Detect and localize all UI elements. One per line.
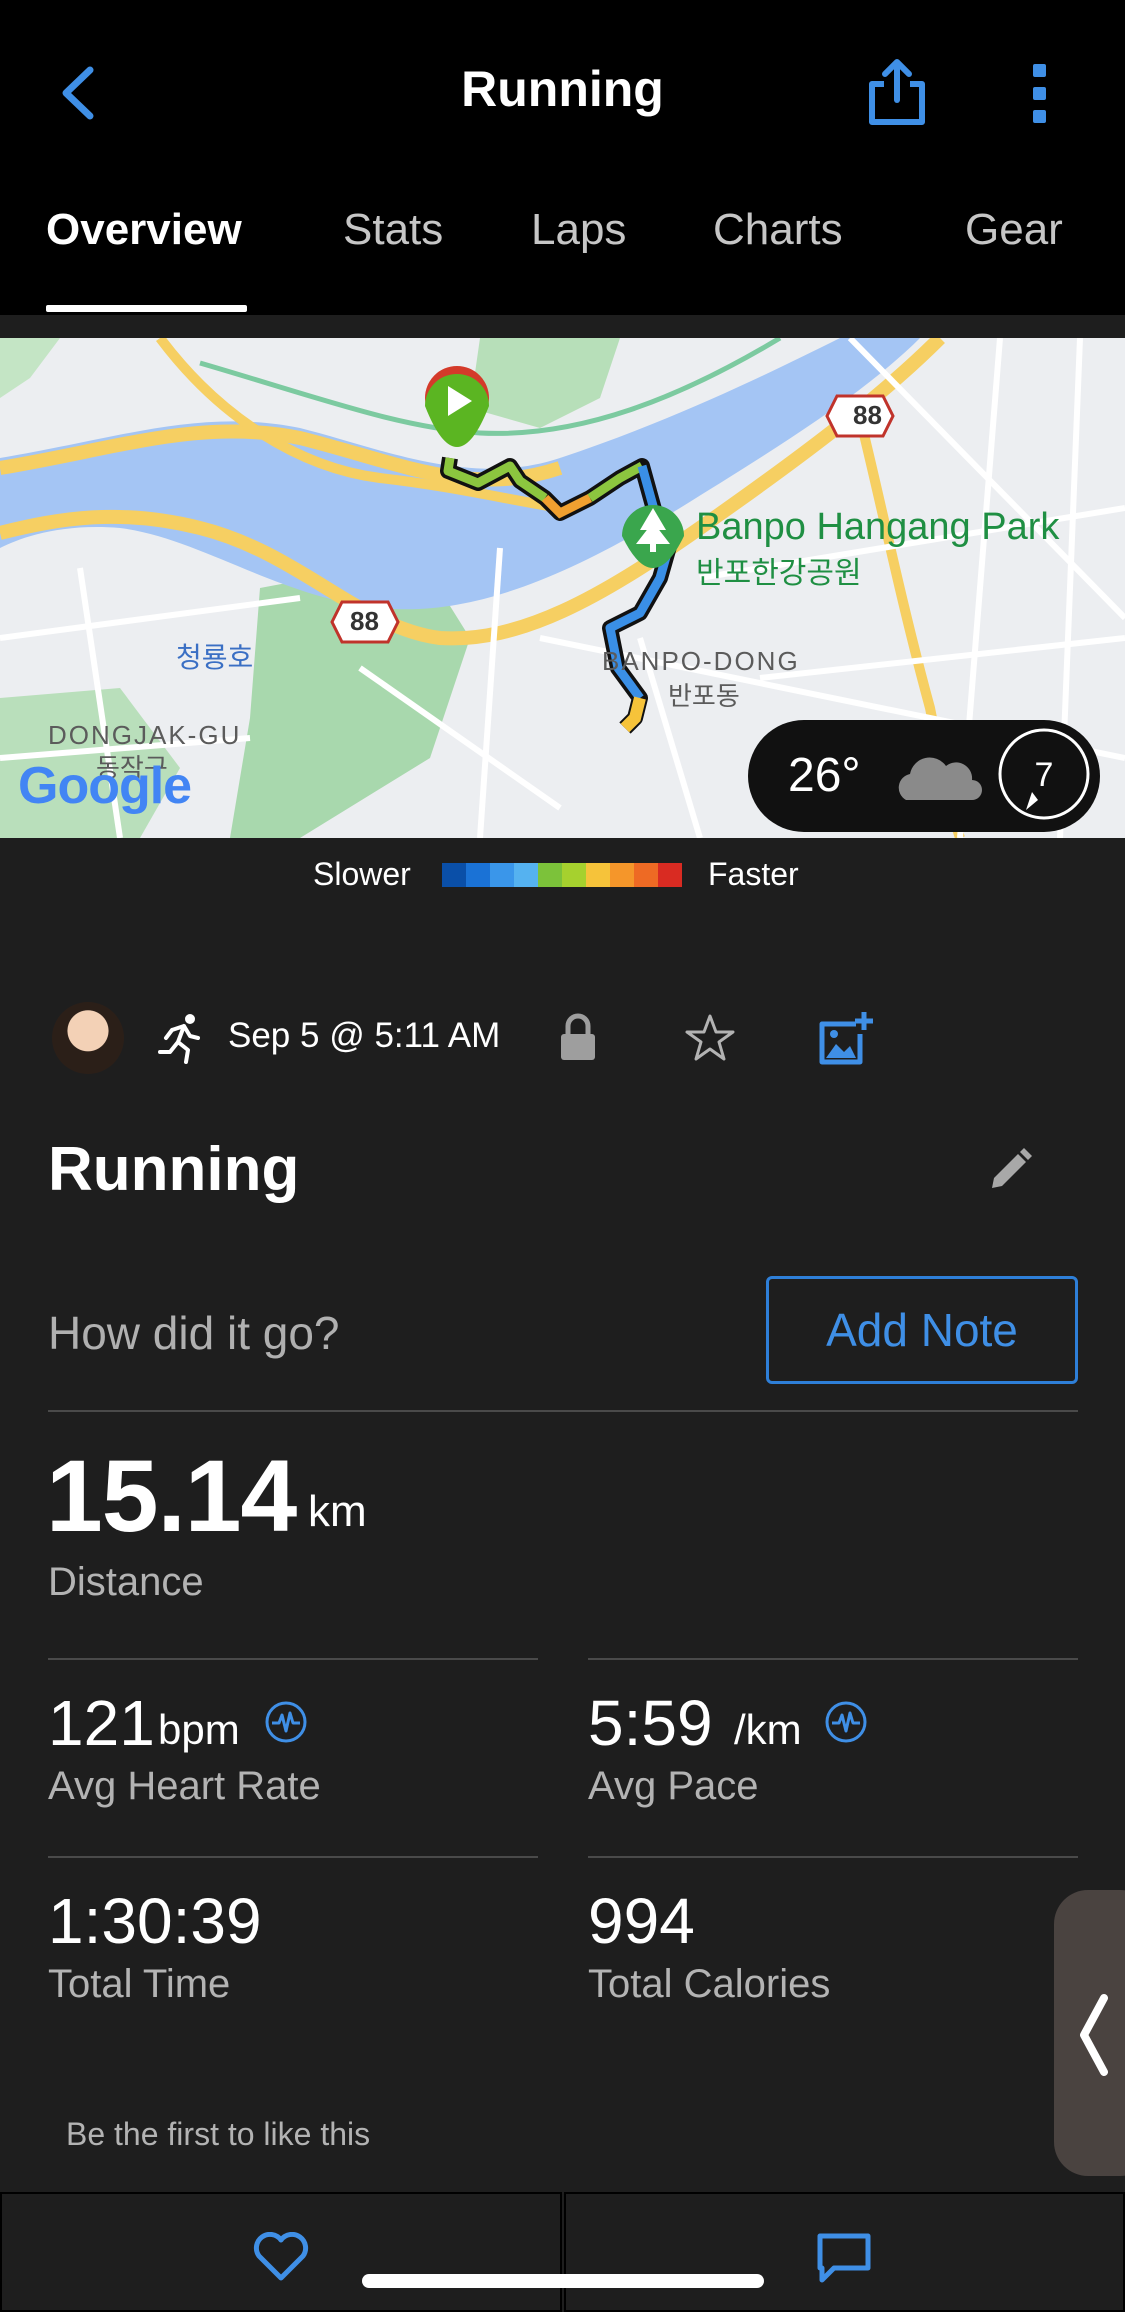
district-label-en: BANPO-DONG <box>602 646 800 676</box>
heart-rate-value: 121 <box>48 1687 155 1759</box>
more-options-button[interactable] <box>1022 58 1058 128</box>
activity-name: Running <box>48 1135 300 1204</box>
lock-icon[interactable] <box>558 1012 598 1062</box>
add-photo-icon[interactable] <box>816 1010 874 1066</box>
legend-swatch <box>562 863 586 887</box>
pace-color-legend <box>442 863 682 887</box>
activity-date: Sep 5 @ 5:11 AM <box>228 1016 501 1055</box>
heart-icon[interactable] <box>252 2232 310 2282</box>
district-label-ko: 반포동 <box>668 681 740 711</box>
dongjak-label-en: DONGJAK-GU <box>48 720 242 750</box>
legend-swatch <box>658 863 682 887</box>
calories-label: Total Calories <box>588 1962 831 2006</box>
active-tab-indicator <box>46 305 247 312</box>
total-time-value: 1:30:39 <box>48 1885 262 1957</box>
tab-stats[interactable]: Stats <box>343 205 443 255</box>
note-prompt: How did it go? <box>48 1307 340 1359</box>
star-icon[interactable] <box>684 1012 736 1064</box>
pace-label: Avg Pace <box>588 1764 759 1808</box>
like-prompt: Be the first to like this <box>66 2116 371 2152</box>
avatar[interactable] <box>52 1002 124 1074</box>
running-icon <box>158 1014 200 1064</box>
total-time-label: Total Time <box>48 1962 231 2006</box>
route-88-label: 88 <box>350 606 379 636</box>
page-title: Running <box>461 61 664 117</box>
tab-gear[interactable]: Gear <box>965 205 1063 255</box>
legend-swatch <box>538 863 562 887</box>
header: Running Overview Stats Laps Charts Gear <box>0 0 1125 315</box>
pace-chart-icon[interactable] <box>824 1700 868 1744</box>
add-note-button[interactable]: Add Note <box>766 1276 1078 1384</box>
home-indicator <box>362 2274 764 2288</box>
heart-rate-label: Avg Heart Rate <box>48 1764 321 1808</box>
more-vertical-icon <box>1033 64 1046 123</box>
legend-swatch <box>586 863 610 887</box>
chevron-left-icon <box>1080 1994 1108 2076</box>
cloud-icon <box>898 757 982 800</box>
share-button[interactable] <box>864 58 930 128</box>
legend-swatch <box>610 863 634 887</box>
pace-value: 5:59 <box>588 1687 713 1759</box>
distance-value: 15.14 <box>46 1439 297 1553</box>
tab-bar: Overview Stats Laps Charts Gear <box>0 205 1125 275</box>
tab-charts[interactable]: Charts <box>713 205 843 255</box>
lake-label: 청룡호 <box>176 642 254 673</box>
calories-value: 994 <box>588 1885 695 1957</box>
divider <box>48 1410 1078 1412</box>
bottom-action-bar <box>0 2192 1125 2312</box>
wind-speed: 7 <box>1034 756 1054 794</box>
share-icon <box>869 59 925 125</box>
divider <box>588 1856 1078 1858</box>
legend-swatch <box>634 863 658 887</box>
legend-faster-label: Faster <box>708 856 799 892</box>
park-label-ko: 반포한강공원 <box>696 557 862 590</box>
tab-laps[interactable]: Laps <box>531 205 626 255</box>
heart-rate-unit: bpm <box>158 1706 240 1753</box>
heart-rate-chart-icon[interactable] <box>264 1700 308 1744</box>
distance-label: Distance <box>48 1560 204 1604</box>
legend-swatch <box>442 863 466 887</box>
distance-unit: km <box>308 1487 367 1536</box>
route-88-label: 88 <box>853 400 882 430</box>
google-logo: Google <box>18 757 192 815</box>
legend-swatch <box>514 863 538 887</box>
divider <box>48 1658 538 1660</box>
legend-swatch <box>490 863 514 887</box>
activity-detail-screen: Running Overview Stats Laps Charts Gear <box>0 0 1125 2312</box>
legend-slower-label: Slower <box>313 856 411 892</box>
divider <box>588 1658 1078 1660</box>
pace-unit: /km <box>734 1706 802 1753</box>
tab-overview[interactable]: Overview <box>46 205 242 255</box>
pencil-icon[interactable] <box>988 1146 1032 1190</box>
weather-temperature: 26° <box>788 749 861 802</box>
park-label-en: Banpo Hangang Park <box>696 506 1060 548</box>
divider <box>48 1856 538 1858</box>
legend-swatch <box>466 863 490 887</box>
comment-icon[interactable] <box>816 2232 872 2284</box>
